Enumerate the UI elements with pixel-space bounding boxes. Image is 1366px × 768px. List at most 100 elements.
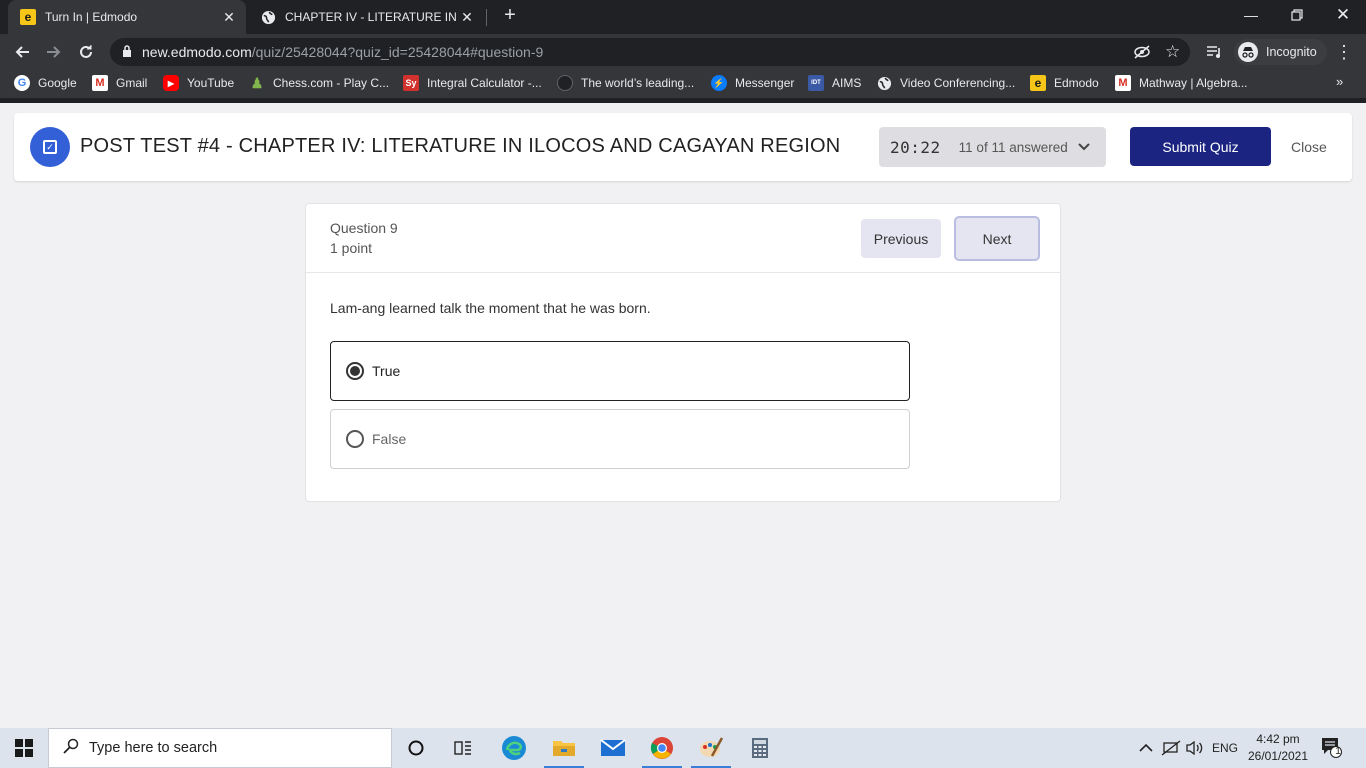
progress-dropdown[interactable]: 20:22 11 of 11 answered	[879, 127, 1106, 167]
bookmark-video-conferencing[interactable]: Video Conferencing...	[876, 75, 1015, 91]
close-window-icon[interactable]: ✕	[1320, 0, 1366, 30]
quiz-title: POST TEST #4 - CHAPTER IV: LITERATURE IN…	[80, 135, 841, 157]
windows-taskbar: Type here to search ENG 4:42 pm 26/01/20…	[0, 728, 1366, 768]
aims-icon: IDT	[808, 75, 824, 91]
reading-list-icon[interactable]	[1200, 38, 1228, 66]
bookmarks-overflow-icon[interactable]: »	[1336, 74, 1343, 89]
restore-icon[interactable]	[1274, 0, 1320, 30]
next-button[interactable]: Next	[954, 216, 1040, 261]
bookmark-aims[interactable]: IDT AIMS	[808, 75, 861, 91]
question-number: Question 9	[330, 220, 398, 236]
tracking-off-icon[interactable]	[1133, 38, 1151, 66]
github-icon	[557, 75, 573, 91]
forward-icon[interactable]	[40, 38, 68, 66]
back-icon[interactable]	[8, 38, 36, 66]
bookmark-label: Gmail	[116, 76, 148, 90]
url-path: /quiz/25428044?quiz_id=25428044#question…	[251, 44, 544, 60]
symbolab-icon: Sy	[403, 75, 419, 91]
close-tab-icon[interactable]: ✕	[218, 9, 240, 26]
tab-title: CHAPTER IV - LITERATURE IN ILO	[285, 10, 456, 24]
quiz-page: ✓ POST TEST #4 - CHAPTER IV: LITERATURE …	[0, 103, 1366, 728]
notification-center-icon[interactable]: 1	[1320, 736, 1346, 760]
question-points: 1 point	[330, 240, 373, 256]
bookmark-label: Chess.com - Play C...	[273, 76, 390, 90]
gmail-icon: M	[92, 75, 108, 91]
mail-icon[interactable]	[589, 728, 637, 768]
clock-time: 4:42 pm	[1256, 732, 1300, 746]
youtube-icon: ▶	[163, 75, 179, 91]
edge-icon[interactable]	[490, 728, 538, 768]
language-indicator[interactable]: ENG	[1212, 728, 1238, 768]
bookmark-youtube[interactable]: ▶ YouTube	[163, 75, 234, 91]
star-bookmark-icon[interactable]: ☆	[1165, 38, 1180, 66]
answer-option-false[interactable]: False	[330, 409, 910, 469]
bookmark-github[interactable]: The world’s leading...	[557, 75, 694, 91]
option-label: True	[372, 363, 401, 379]
volume-icon[interactable]	[1185, 728, 1205, 768]
bookmark-label: Video Conferencing...	[900, 76, 1016, 90]
task-view-icon[interactable]	[440, 728, 488, 768]
bookmark-label: Messenger	[735, 76, 795, 90]
bookmarks-bar: G Google M Gmail ▶ YouTube ♟ Chess.com -…	[0, 70, 1366, 98]
search-icon	[63, 738, 79, 759]
search-placeholder: Type here to search	[89, 740, 218, 756]
previous-button[interactable]: Previous	[861, 219, 941, 258]
bookmark-google[interactable]: G Google	[14, 75, 77, 91]
bookmark-label: YouTube	[187, 76, 235, 90]
network-icon[interactable]	[1161, 728, 1181, 768]
bookmark-label: AIMS	[832, 76, 862, 90]
incognito-label: Incognito	[1266, 45, 1317, 59]
taskbar-clock[interactable]: 4:42 pm 26/01/2021	[1244, 731, 1312, 765]
quiz-icon: ✓	[30, 127, 70, 167]
bookmark-integral-calculator[interactable]: Sy Integral Calculator -...	[403, 75, 542, 91]
bookmark-label: Mathway | Algebra...	[1139, 76, 1248, 90]
edmodo-icon: e	[1030, 75, 1046, 91]
question-header: Question 9 1 point Previous Next	[306, 204, 1060, 273]
bookmark-label: The world’s leading...	[581, 76, 695, 90]
notification-count: 1	[1335, 746, 1341, 757]
submit-quiz-button[interactable]: Submit Quiz	[1130, 127, 1271, 166]
option-label: False	[372, 431, 407, 447]
incognito-badge[interactable]: Incognito	[1234, 39, 1327, 65]
messenger-icon: ⚡	[711, 75, 727, 91]
question-text: Lam-ang learned talk the moment that he …	[330, 300, 651, 316]
bookmark-gmail[interactable]: M Gmail	[92, 75, 147, 91]
windows-start-icon[interactable]	[0, 728, 48, 768]
bookmark-label: Edmodo	[1054, 76, 1099, 90]
answer-option-true[interactable]: True	[330, 341, 910, 401]
bookmark-chess[interactable]: ♟ Chess.com - Play C...	[249, 75, 389, 91]
tab-turn-in-edmodo[interactable]: e Turn In | Edmodo ✕	[8, 0, 246, 34]
address-bar[interactable]: new.edmodo.com/quiz/25428044?quiz_id=254…	[110, 38, 1190, 66]
tab-strip: e Turn In | Edmodo ✕ CHAPTER IV - LITERA…	[0, 0, 1366, 34]
chess-icon: ♟	[250, 74, 264, 91]
bookmark-mathway[interactable]: M Mathway | Algebra...	[1115, 75, 1248, 91]
show-hidden-icons[interactable]	[1139, 728, 1153, 768]
chrome-menu-icon[interactable]: ⋮	[1330, 38, 1358, 66]
calculator-icon[interactable]	[736, 728, 784, 768]
incognito-icon	[1238, 42, 1258, 62]
radio-unselected-icon[interactable]	[346, 430, 364, 448]
edmodo-icon: e	[20, 9, 36, 25]
question-card: Question 9 1 point Previous Next Lam-ang…	[305, 203, 1061, 502]
close-tab-icon[interactable]: ✕	[456, 9, 478, 26]
reload-icon[interactable]	[72, 38, 100, 66]
bookmark-edmodo[interactable]: e Edmodo	[1030, 75, 1099, 91]
bookmark-label: Integral Calculator -...	[427, 76, 542, 90]
url-host: new.edmodo.com	[142, 44, 252, 60]
bookmark-messenger[interactable]: ⚡ Messenger	[711, 75, 794, 91]
chrome-icon[interactable]	[638, 728, 686, 768]
browser-toolbar: new.edmodo.com/quiz/25428044?quiz_id=254…	[0, 34, 1366, 70]
close-button[interactable]: Close	[1291, 139, 1327, 155]
tab-chapter-iv[interactable]: CHAPTER IV - LITERATURE IN ILO ✕	[252, 0, 484, 34]
cortana-icon[interactable]	[392, 728, 440, 768]
google-icon: G	[14, 75, 30, 91]
tab-divider	[486, 9, 487, 26]
minimize-icon[interactable]: —	[1228, 0, 1274, 30]
taskbar-search-box[interactable]: Type here to search	[48, 728, 392, 768]
new-tab-icon[interactable]: +	[498, 4, 522, 30]
file-explorer-icon[interactable]	[540, 728, 588, 768]
radio-selected-icon[interactable]	[346, 362, 364, 380]
quiz-timer: 20:22	[890, 137, 941, 157]
tab-title: Turn In | Edmodo	[45, 10, 138, 24]
paint-icon[interactable]	[687, 728, 735, 768]
